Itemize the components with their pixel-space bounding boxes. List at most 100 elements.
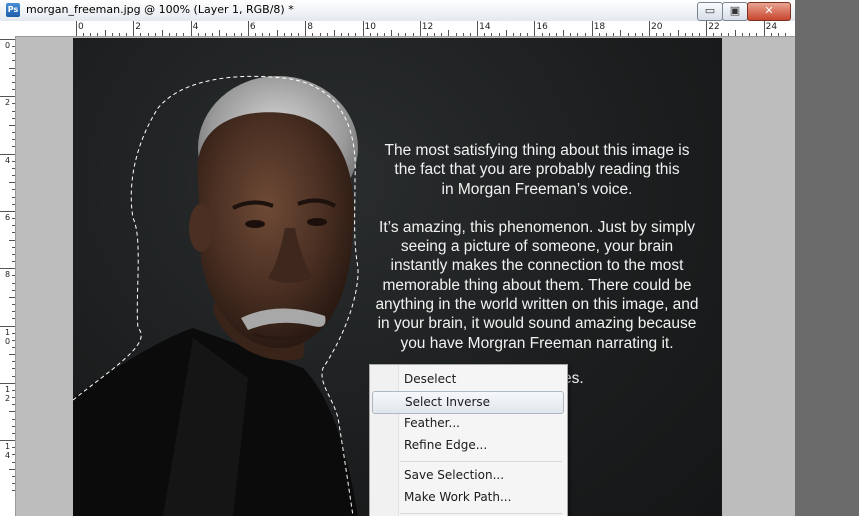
ruler-tick: [12, 189, 15, 191]
ruler-tick: [649, 21, 650, 36]
ruler-tick: [12, 139, 15, 141]
minimize-button[interactable]: ▭: [697, 2, 723, 21]
ruler-tick: [706, 21, 708, 36]
menu-item-make-work-path[interactable]: Make Work Path...: [372, 487, 562, 508]
ruler-tick: [355, 33, 357, 36]
ruler-tick: [255, 33, 257, 36]
ruler-tick: [398, 33, 400, 36]
ruler-tick: [756, 33, 758, 36]
ruler-tick: [12, 74, 15, 76]
ruler-tick: [312, 33, 314, 36]
ruler-tick: [0, 39, 15, 40]
ruler-tick: [584, 33, 586, 36]
ruler-tick: [333, 30, 335, 36]
ruler-tick: [0, 153, 15, 155]
ruler-tick: [12, 389, 15, 391]
ruler-tick: [226, 33, 228, 36]
ruler-tick: [0, 382, 15, 384]
ruler-tick: [12, 368, 15, 370]
ruler-tick: [491, 33, 493, 36]
ruler-tick: [341, 33, 342, 36]
ruler-tick: [12, 432, 15, 434]
ruler-tick: [283, 33, 285, 36]
ruler-tick: [606, 33, 608, 36]
ruler-label: 14: [5, 442, 11, 461]
ruler-tick: [670, 33, 672, 36]
ruler-tick: [563, 30, 565, 36]
ruler-tick: [12, 275, 15, 277]
vertical-ruler[interactable]: 0 2 4 6 8 10 12 14: [0, 36, 16, 516]
menu-item-refine-edge[interactable]: Refine Edge...: [372, 435, 562, 456]
ruler-tick: [12, 311, 15, 313]
ruler-tick: [734, 30, 736, 36]
ruler-tick: [620, 30, 622, 36]
menu-item-select-inverse[interactable]: Select Inverse: [372, 391, 564, 414]
ruler-tick: [111, 33, 113, 36]
ruler-tick: [12, 346, 15, 348]
ruler-tick: [104, 30, 106, 36]
ruler-label: 12: [421, 22, 434, 32]
ruler-label: 22: [708, 22, 720, 32]
ruler-tick: [12, 253, 15, 255]
ruler-tick: [212, 33, 214, 36]
window-title: morgan_freeman.jpg @ 100% (Layer 1, RGB/…: [26, 3, 294, 16]
menu-item-label: Deselect: [404, 372, 457, 386]
ruler-tick: [699, 33, 701, 36]
ruler-tick: [448, 30, 450, 36]
close-button[interactable]: ✕: [747, 2, 791, 21]
ruler-tick: [12, 304, 15, 305]
ruler-tick: [641, 33, 643, 36]
ruler-tick: [12, 60, 15, 62]
ruler-tick: [9, 296, 15, 298]
ruler-tick: [469, 33, 471, 36]
ruler-tick: [12, 332, 15, 334]
title-bar[interactable]: Ps morgan_freeman.jpg @ 100% (Layer 1, R…: [0, 0, 795, 22]
ruler-tick: [9, 124, 15, 126]
ruler-tick: [727, 33, 729, 36]
ruler-tick: [570, 33, 572, 36]
ruler-label: 12: [5, 384, 11, 403]
ruler-tick: [634, 33, 636, 36]
ruler-tick: [383, 33, 385, 36]
ruler-tick: [204, 33, 206, 36]
ruler-label: 0: [78, 22, 84, 32]
ruler-tick: [455, 33, 457, 36]
ruler-tick: [169, 33, 171, 36]
ruler-tick: [90, 33, 92, 36]
ruler-tick: [12, 246, 15, 248]
ruler-label: 14: [479, 22, 491, 32]
menu-item-deselect[interactable]: Deselect: [372, 369, 562, 390]
ruler-label: 20: [651, 22, 663, 32]
context-menu: Deselect Select Inverse Feather... Refin…: [369, 364, 568, 516]
ruler-tick: [12, 454, 15, 456]
ruler-tick: [161, 30, 163, 36]
ruler-tick: [591, 21, 593, 36]
horizontal-ruler[interactable]: 0 2 4 6 8 10 12 14 16 18 20 22 24: [0, 21, 795, 37]
ruler-tick: [247, 21, 249, 36]
ruler-tick: [12, 146, 15, 148]
ruler-tick: [434, 33, 436, 36]
ruler-tick: [527, 33, 529, 36]
caption-paragraph-1: The most satisfying thing about this ima…: [384, 142, 690, 198]
ruler-tick: [477, 21, 479, 36]
ruler-tick: [12, 225, 15, 227]
maximize-button[interactable]: ▣: [722, 2, 748, 21]
ruler-tick: [12, 461, 15, 463]
ruler-tick: [262, 33, 264, 36]
ruler-tick: [219, 30, 221, 36]
ruler-tick: [656, 33, 658, 36]
menu-item-feather[interactable]: Feather...: [372, 413, 562, 434]
ruler-tick: [276, 30, 278, 36]
ruler-tick: [0, 268, 15, 270]
ruler-tick: [9, 239, 15, 241]
menu-item-save-selection[interactable]: Save Selection...: [372, 465, 562, 486]
menu-separator: [400, 461, 562, 462]
ruler-tick: [9, 67, 15, 69]
ruler-tick: [12, 167, 15, 169]
ruler-tick: [83, 33, 85, 36]
ruler-tick: [133, 21, 135, 36]
image-caption-text: The most satisfying thing about this ima…: [363, 141, 711, 372]
menu-separator: [400, 513, 562, 514]
ruler-tick: [505, 30, 507, 36]
ruler-tick: [369, 33, 371, 36]
